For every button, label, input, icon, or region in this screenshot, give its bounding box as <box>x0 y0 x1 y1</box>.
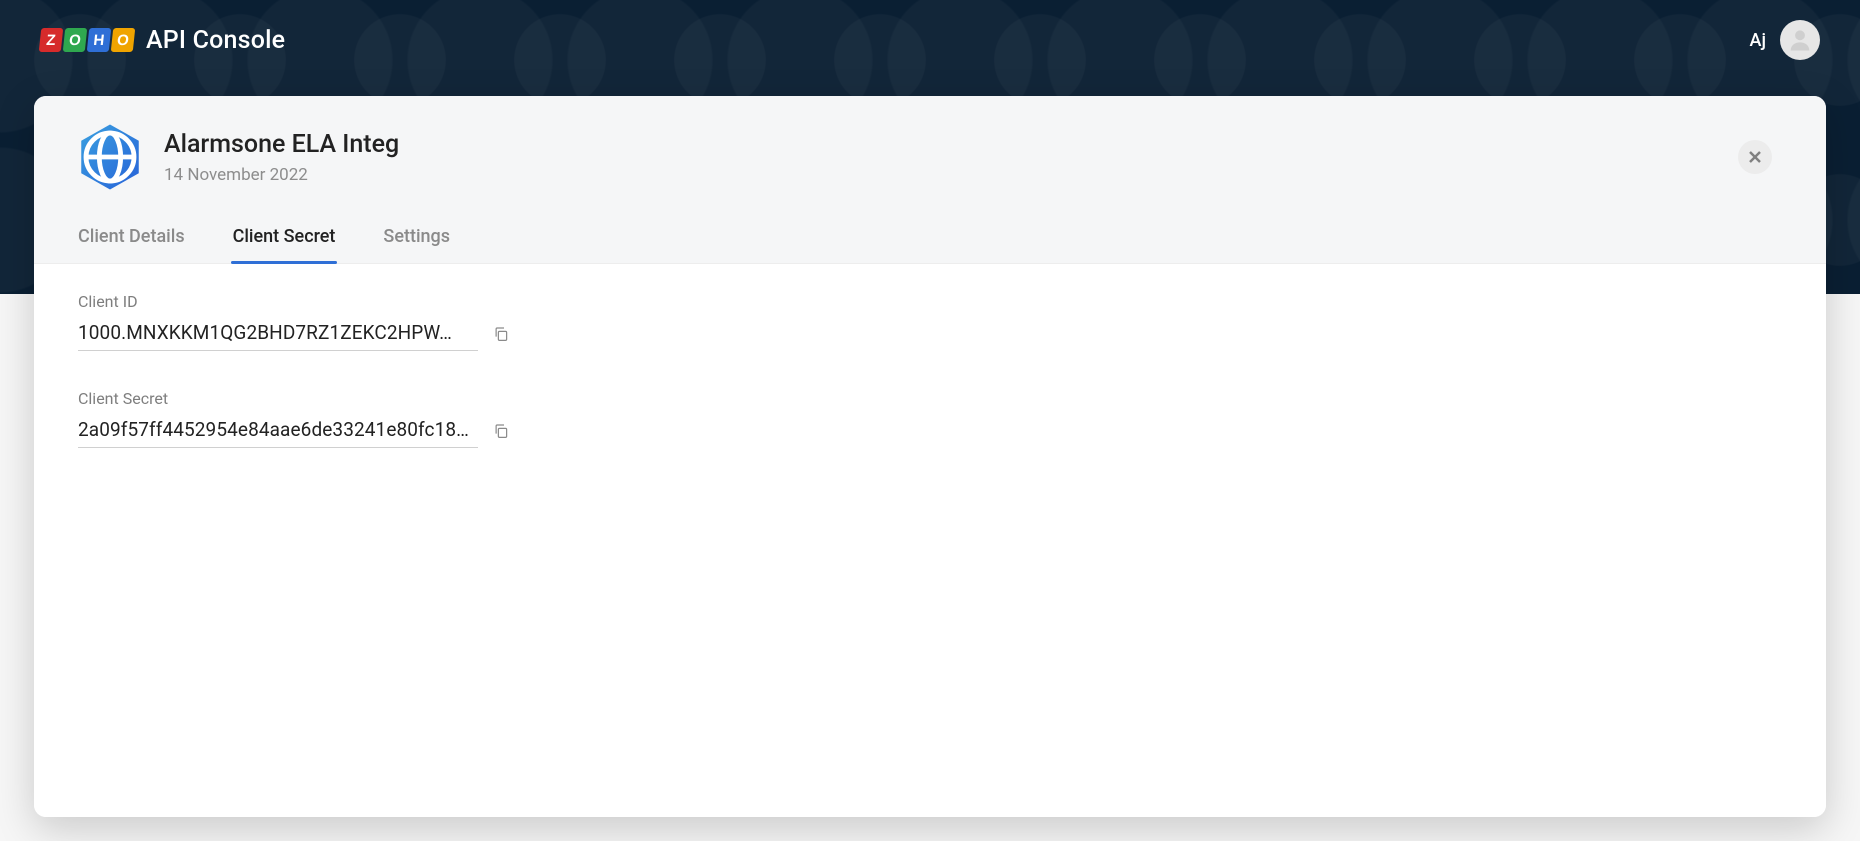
copy-icon <box>492 422 510 440</box>
main-panel: Alarmsone ELA Integ 14 November 2022 Cli… <box>34 96 1826 817</box>
logo-letter-o: O <box>63 28 88 52</box>
client-secret-field: Client Secret 2a09f57ff4452954e84aae6de3… <box>78 389 548 448</box>
top-header: Z O H O API Console Aj <box>0 0 1860 80</box>
tab-client-details[interactable]: Client Details <box>78 214 185 263</box>
user-icon <box>1786 26 1814 54</box>
avatar[interactable] <box>1780 20 1820 60</box>
user-initials: Aj <box>1750 30 1766 51</box>
client-id-value[interactable]: 1000.MNXKKM1QG2BHD7RZ1ZEKC2HPW… <box>78 317 478 351</box>
panel-header: Alarmsone ELA Integ 14 November 2022 Cli… <box>34 96 1826 264</box>
copy-client-secret-button[interactable] <box>490 420 512 442</box>
client-secret-value[interactable]: 2a09f57ff4452954e84aae6de33241e80fc189… <box>78 414 478 448</box>
logo[interactable]: Z O H O API Console <box>40 26 285 55</box>
brand-title: API Console <box>146 26 285 55</box>
logo-letter-z: Z <box>39 28 64 52</box>
globe-icon <box>78 122 142 192</box>
client-id-label: Client ID <box>78 292 548 311</box>
app-date: 14 November 2022 <box>164 165 1716 185</box>
client-id-field: Client ID 1000.MNXKKM1QG2BHD7RZ1ZEKC2HPW… <box>78 292 548 351</box>
close-button[interactable] <box>1738 140 1772 174</box>
logo-letter-o2: O <box>111 28 136 52</box>
tab-client-secret[interactable]: Client Secret <box>233 214 336 263</box>
client-secret-label: Client Secret <box>78 389 548 408</box>
tab-settings[interactable]: Settings <box>383 214 450 263</box>
panel-body: Client ID 1000.MNXKKM1QG2BHD7RZ1ZEKC2HPW… <box>34 264 1826 817</box>
copy-client-id-button[interactable] <box>490 323 512 345</box>
logo-letter-h: H <box>87 28 112 52</box>
user-area[interactable]: Aj <box>1750 20 1820 60</box>
logo-tiles: Z O H O <box>40 28 134 52</box>
close-icon <box>1748 150 1762 164</box>
copy-icon <box>492 325 510 343</box>
app-title: Alarmsone ELA Integ <box>164 130 1716 159</box>
app-hex-icon <box>78 122 142 192</box>
tabs: Client Details Client Secret Settings <box>34 214 1826 263</box>
